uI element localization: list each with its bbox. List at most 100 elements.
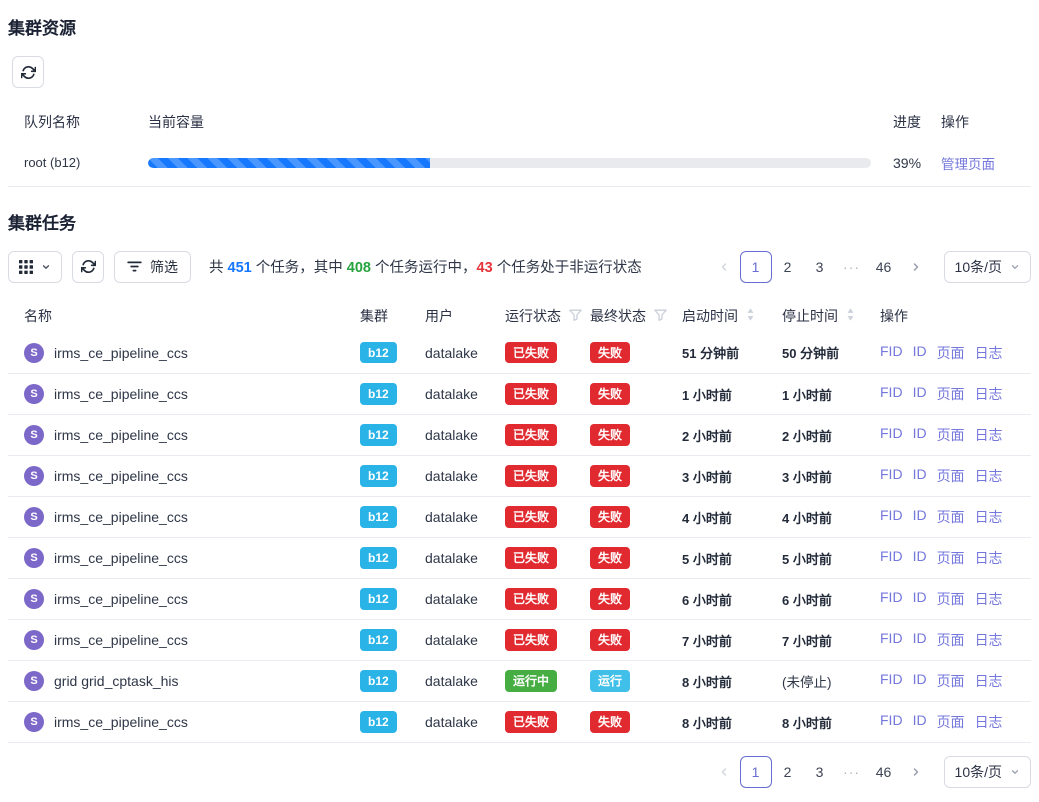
action-link-log[interactable]: 日志 bbox=[975, 548, 1003, 568]
action-link-fid[interactable]: FID bbox=[880, 384, 903, 404]
final-status-cell: 运行 bbox=[590, 661, 682, 702]
action-link-id[interactable]: ID bbox=[913, 548, 927, 568]
action-link-fid[interactable]: FID bbox=[880, 671, 903, 691]
col-action: 操作 bbox=[941, 104, 1031, 140]
action-link-page[interactable]: 页面 bbox=[937, 384, 965, 404]
user-cell: datalake bbox=[425, 538, 505, 579]
pagination-page-46[interactable]: 46 bbox=[868, 251, 900, 283]
pagination-page-1[interactable]: 1 bbox=[740, 251, 772, 283]
action-link-fid[interactable]: FID bbox=[880, 507, 903, 527]
action-link-fid[interactable]: FID bbox=[880, 712, 903, 732]
table-row: Sirms_ce_pipeline_ccsb12datalake已失败失败1 小… bbox=[8, 374, 1031, 415]
action-link-log[interactable]: 日志 bbox=[975, 630, 1003, 650]
avatar: S bbox=[24, 384, 44, 404]
sort-icon[interactable] bbox=[846, 308, 855, 324]
header-label-wrap: 集群 bbox=[360, 306, 388, 326]
action-link-id[interactable]: ID bbox=[913, 712, 927, 732]
action-link-fid[interactable]: FID bbox=[880, 466, 903, 486]
action-link-page[interactable]: 页面 bbox=[937, 466, 965, 486]
task-name: irms_ce_pipeline_ccs bbox=[54, 714, 188, 730]
col-queue-name: 队列名称 bbox=[8, 104, 148, 140]
action-link-fid[interactable]: FID bbox=[880, 589, 903, 609]
pagination-page-3[interactable]: 3 bbox=[804, 251, 836, 283]
action-link-page[interactable]: 页面 bbox=[937, 712, 965, 732]
action-link-id[interactable]: ID bbox=[913, 425, 927, 445]
action-link-fid[interactable]: FID bbox=[880, 548, 903, 568]
action-link-page[interactable]: 页面 bbox=[937, 548, 965, 568]
action-link-id[interactable]: ID bbox=[913, 343, 927, 363]
action-link-log[interactable]: 日志 bbox=[975, 425, 1003, 445]
run-status-cell: 已失败 bbox=[505, 374, 590, 415]
page-size-select[interactable]: 10条/页 bbox=[944, 251, 1031, 283]
stop-time-cell: 8 小时前 bbox=[782, 702, 880, 743]
manage-page-link[interactable]: 管理页面 bbox=[941, 157, 995, 172]
layout-dropdown-button[interactable] bbox=[8, 251, 62, 283]
action-link-log[interactable]: 日志 bbox=[975, 507, 1003, 527]
pagination-top: 123···46 10条/页 bbox=[708, 251, 1031, 283]
action-link-id[interactable]: ID bbox=[913, 384, 927, 404]
pagination-page-2[interactable]: 2 bbox=[772, 251, 804, 283]
pagination-ellipsis[interactable]: ··· bbox=[836, 251, 868, 283]
refresh-icon bbox=[21, 65, 36, 80]
action-link-page[interactable]: 页面 bbox=[937, 589, 965, 609]
action-link-fid[interactable]: FID bbox=[880, 630, 903, 650]
header-label: 运行状态 bbox=[505, 306, 561, 326]
action-link-log[interactable]: 日志 bbox=[975, 589, 1003, 609]
action-links: FID ID 页面日志 bbox=[880, 671, 1031, 691]
action-links: FID ID 页面日志 bbox=[880, 466, 1031, 486]
actions-cell: FID ID 页面日志 bbox=[880, 497, 1031, 538]
resources-refresh-button[interactable] bbox=[12, 56, 44, 88]
action-link-fid[interactable]: FID bbox=[880, 343, 903, 363]
action-link-log[interactable]: 日志 bbox=[975, 466, 1003, 486]
avatar: S bbox=[24, 507, 44, 527]
run-status-cell: 已失败 bbox=[505, 579, 590, 620]
action-links: FID ID 页面日志 bbox=[880, 425, 1031, 445]
pagination-page-2[interactable]: 2 bbox=[772, 756, 804, 788]
pagination-ellipsis[interactable]: ··· bbox=[836, 756, 868, 788]
pagination-page-46[interactable]: 46 bbox=[868, 756, 900, 788]
pagination-next-icon[interactable] bbox=[900, 251, 932, 283]
filter-funnel-icon[interactable] bbox=[569, 308, 582, 324]
action-link-id[interactable]: ID bbox=[913, 630, 927, 650]
action-link-page[interactable]: 页面 bbox=[937, 671, 965, 691]
action-link-log[interactable]: 日志 bbox=[975, 384, 1003, 404]
name-cell: Sirms_ce_pipeline_ccs bbox=[8, 702, 360, 743]
page-size-select[interactable]: 10条/页 bbox=[944, 756, 1031, 788]
filter-button[interactable]: 筛选 bbox=[114, 251, 191, 283]
cluster-cell: b12 bbox=[360, 456, 425, 497]
grid-icon bbox=[19, 260, 33, 274]
actions-cell: FID ID 页面日志 bbox=[880, 374, 1031, 415]
action-link-id[interactable]: ID bbox=[913, 507, 927, 527]
pagination-page-1[interactable]: 1 bbox=[740, 756, 772, 788]
action-link-page[interactable]: 页面 bbox=[937, 343, 965, 363]
col-progress: 进度 bbox=[885, 104, 941, 140]
final-status-badge: 失败 bbox=[590, 424, 630, 445]
name-cell: Sirms_ce_pipeline_ccs bbox=[8, 415, 360, 456]
action-link-fid[interactable]: FID bbox=[880, 425, 903, 445]
run-status-badge: 已失败 bbox=[505, 711, 557, 732]
pagination-prev-icon[interactable] bbox=[708, 756, 740, 788]
pagination-prev-icon[interactable] bbox=[708, 251, 740, 283]
run-status-badge: 已失败 bbox=[505, 547, 557, 568]
action-link-page[interactable]: 页面 bbox=[937, 630, 965, 650]
start-time: 8 小时前 bbox=[682, 675, 732, 690]
col-6: 启动时间 bbox=[682, 299, 782, 333]
pagination-page-3[interactable]: 3 bbox=[804, 756, 836, 788]
action-link-log[interactable]: 日志 bbox=[975, 712, 1003, 732]
start-time-cell: 6 小时前 bbox=[682, 579, 782, 620]
action-link-log[interactable]: 日志 bbox=[975, 343, 1003, 363]
start-time-cell: 4 小时前 bbox=[682, 497, 782, 538]
pagination-next-icon[interactable] bbox=[900, 756, 932, 788]
task-name-wrap: Sirms_ce_pipeline_ccs bbox=[24, 425, 360, 445]
action-link-id[interactable]: ID bbox=[913, 589, 927, 609]
filter-funnel-icon[interactable] bbox=[654, 308, 667, 324]
action-link-log[interactable]: 日志 bbox=[975, 671, 1003, 691]
final-status-badge: 失败 bbox=[590, 629, 630, 650]
action-link-page[interactable]: 页面 bbox=[937, 507, 965, 527]
tasks-header-row: 名称集群用户运行状态最终状态启动时间停止时间操作 bbox=[8, 299, 1031, 333]
action-link-id[interactable]: ID bbox=[913, 671, 927, 691]
action-link-page[interactable]: 页面 bbox=[937, 425, 965, 445]
tasks-refresh-button[interactable] bbox=[72, 251, 104, 283]
action-link-id[interactable]: ID bbox=[913, 466, 927, 486]
sort-icon[interactable] bbox=[746, 308, 755, 324]
